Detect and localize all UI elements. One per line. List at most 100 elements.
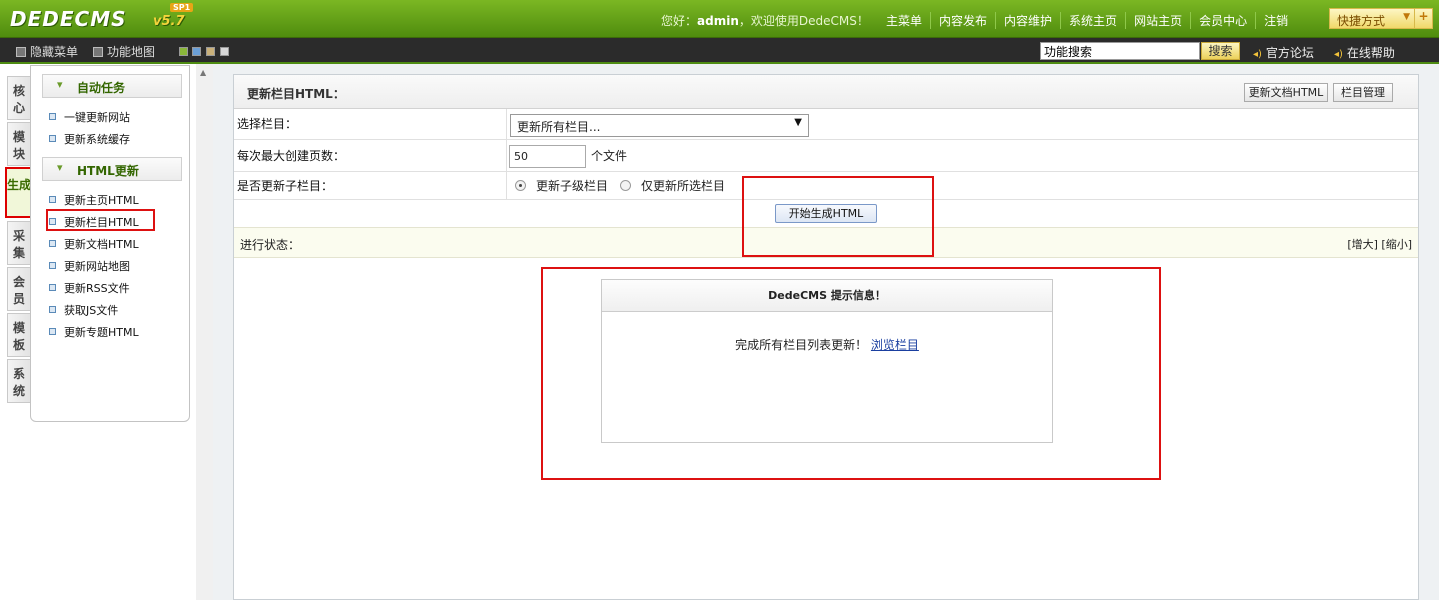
tab-module-label: 模块 bbox=[12, 130, 25, 161]
nav-content-maintain[interactable]: 内容维护 bbox=[995, 12, 1060, 29]
tab-collect[interactable]: 采集 bbox=[7, 221, 31, 265]
group-auto-tasks[interactable]: 自动任务 bbox=[42, 74, 182, 98]
highlight-active-menu-item bbox=[46, 209, 155, 231]
group-html-update[interactable]: HTML更新 bbox=[42, 157, 182, 181]
menu-item-update-home[interactable]: 更新主页HTML bbox=[49, 192, 139, 208]
tab-module[interactable]: 模块 bbox=[7, 122, 31, 166]
menu-item-label: 更新主页HTML bbox=[64, 194, 139, 207]
function-map-label: 功能地图 bbox=[107, 45, 156, 59]
speaker-icon: ◂) bbox=[1334, 49, 1343, 60]
official-forum-link[interactable]: ◂) 官方论坛 bbox=[1253, 44, 1314, 61]
menu-item-update-topics[interactable]: 更新专题HTML bbox=[49, 324, 139, 340]
tab-system-label: 系统 bbox=[12, 367, 25, 398]
help-label: 在线帮助 bbox=[1346, 46, 1395, 60]
top-header: DEDECMS v5.7 SP1 您好：admin，欢迎使用DedeCMS！ 主… bbox=[0, 0, 1439, 38]
menu-item-update-rss[interactable]: 更新RSS文件 bbox=[49, 280, 130, 296]
search-button[interactable]: 搜索 bbox=[1201, 42, 1240, 60]
scroll-up-icon[interactable]: ▲ bbox=[200, 68, 206, 77]
skin-swatch-tan[interactable] bbox=[206, 47, 215, 56]
skin-swatch-gray[interactable] bbox=[220, 47, 229, 56]
menu-item-label: 更新专题HTML bbox=[64, 326, 139, 339]
grid-icon bbox=[93, 47, 103, 57]
category-select-value: 更新所有栏目... bbox=[517, 120, 601, 134]
browse-category-link[interactable]: 浏览栏目 bbox=[871, 338, 919, 352]
message-body: 完成所有栏目列表更新！ 浏览栏目 bbox=[602, 336, 1052, 353]
shrink-link[interactable]: [缩小] bbox=[1381, 238, 1412, 251]
nav-main-menu[interactable]: 主菜单 bbox=[878, 12, 930, 29]
group-title: HTML更新 bbox=[77, 164, 139, 178]
max-pages-input[interactable]: 50 bbox=[509, 145, 586, 168]
welcome-suffix: ，欢迎使用DedeCMS！ bbox=[738, 14, 869, 28]
radio-update-sub-label[interactable]: 更新子级栏目 bbox=[536, 177, 608, 194]
update-sub-label: 是否更新子栏目： bbox=[237, 179, 334, 193]
nav-system-home[interactable]: 系统主页 bbox=[1060, 12, 1125, 29]
top-nav: 主菜单 内容发布 内容维护 系统主页 网站主页 会员中心 注销 bbox=[878, 12, 1296, 29]
tab-core-label: 核心 bbox=[12, 84, 25, 115]
welcome-prefix: 您好： bbox=[661, 14, 698, 28]
radio-only-selected-label[interactable]: 仅更新所选栏目 bbox=[641, 177, 725, 194]
function-search-input[interactable] bbox=[1040, 42, 1200, 60]
menu-item-get-js[interactable]: 获取JS文件 bbox=[49, 302, 118, 318]
menu-item-one-click-update[interactable]: 一键更新网站 bbox=[49, 109, 130, 125]
hide-menu-icon bbox=[16, 47, 26, 57]
side-menu-panel: 自动任务 一键更新网站 更新系统缓存 HTML更新 更新主页HTML 更新栏目H… bbox=[30, 65, 190, 422]
tab-core[interactable]: 核心 bbox=[7, 76, 31, 120]
column-divider bbox=[506, 109, 507, 200]
radio-only-selected[interactable] bbox=[620, 180, 631, 191]
category-manage-button[interactable]: 栏目管理 bbox=[1333, 83, 1393, 102]
menu-item-label: 更新RSS文件 bbox=[64, 282, 130, 295]
tab-generate-label: 生成 bbox=[7, 178, 32, 192]
page-title: 更新栏目HTML： bbox=[247, 87, 345, 101]
main-header: 更新栏目HTML： 更新文档HTML 栏目管理 bbox=[234, 75, 1418, 109]
menu-item-label: 一键更新网站 bbox=[64, 111, 130, 124]
function-map-button[interactable]: 功能地图 bbox=[93, 43, 155, 60]
menu-item-label: 获取JS文件 bbox=[64, 304, 119, 317]
forum-label: 官方论坛 bbox=[1265, 46, 1314, 60]
menu-item-update-sitemap[interactable]: 更新网站地图 bbox=[49, 258, 130, 274]
group-title: 自动任务 bbox=[77, 81, 126, 95]
add-quick-link-icon[interactable]: + bbox=[1414, 9, 1432, 28]
tab-member-label: 会员 bbox=[12, 275, 25, 306]
logo-text: DEDECMS bbox=[10, 7, 127, 31]
menu-item-update-cache[interactable]: 更新系统缓存 bbox=[49, 131, 130, 147]
message-title: DedeCMS 提示信息！ bbox=[602, 280, 1052, 312]
progress-label: 进行状态： bbox=[240, 238, 301, 252]
menu-item-label: 更新系统缓存 bbox=[64, 133, 130, 146]
menu-item-label: 更新文档HTML bbox=[64, 238, 139, 251]
quick-menu-label: 快捷方式 bbox=[1337, 14, 1386, 28]
skin-swatch-green[interactable] bbox=[179, 47, 188, 56]
nav-site-home[interactable]: 网站主页 bbox=[1125, 12, 1190, 29]
tab-template[interactable]: 模板 bbox=[7, 313, 31, 357]
sidebar-scrollbar[interactable]: ▲ bbox=[196, 64, 213, 600]
radio-update-sub[interactable] bbox=[515, 180, 526, 191]
online-help-link[interactable]: ◂) 在线帮助 bbox=[1334, 44, 1395, 61]
enlarge-link[interactable]: [增大] bbox=[1347, 238, 1378, 251]
nav-logout[interactable]: 注销 bbox=[1255, 12, 1296, 29]
logo-sp-badge: SP1 bbox=[170, 3, 194, 12]
hide-menu-button[interactable]: 隐藏菜单 bbox=[16, 43, 78, 60]
tab-collect-label: 采集 bbox=[12, 229, 25, 260]
menu-item-label: 更新网站地图 bbox=[64, 260, 130, 273]
menu-item-update-docs[interactable]: 更新文档HTML bbox=[49, 236, 139, 252]
hide-menu-label: 隐藏菜单 bbox=[30, 45, 79, 59]
max-pages-label: 每次最大创建页数： bbox=[237, 149, 346, 163]
update-docs-html-button[interactable]: 更新文档HTML bbox=[1244, 83, 1328, 102]
message-box: DedeCMS 提示信息！ 完成所有栏目列表更新！ 浏览栏目 bbox=[601, 279, 1053, 443]
tab-template-label: 模板 bbox=[12, 321, 25, 352]
chevron-down-icon: ▼ bbox=[794, 117, 802, 128]
quick-menu-dropdown[interactable]: 快捷方式 ▼ + bbox=[1329, 8, 1433, 29]
tab-generate[interactable]: 生成 bbox=[5, 167, 33, 218]
category-select[interactable]: 更新所有栏目... ▼ bbox=[510, 114, 809, 137]
tab-member[interactable]: 会员 bbox=[7, 267, 31, 311]
logo-version: v5.7 bbox=[153, 14, 185, 29]
nav-content-publish[interactable]: 内容发布 bbox=[930, 12, 995, 29]
speaker-icon: ◂) bbox=[1253, 49, 1262, 60]
nav-member-center[interactable]: 会员中心 bbox=[1190, 12, 1255, 29]
skin-swatch-blue[interactable] bbox=[192, 47, 201, 56]
select-category-label: 选择栏目： bbox=[237, 117, 298, 131]
message-text: 完成所有栏目列表更新！ bbox=[735, 338, 868, 352]
tab-system[interactable]: 系统 bbox=[7, 359, 31, 403]
dedecms-logo: DEDECMS v5.7 SP1 bbox=[10, 3, 194, 33]
pages-unit: 个文件 bbox=[591, 149, 628, 163]
welcome-text: 您好：admin，欢迎使用DedeCMS！ bbox=[661, 12, 869, 29]
